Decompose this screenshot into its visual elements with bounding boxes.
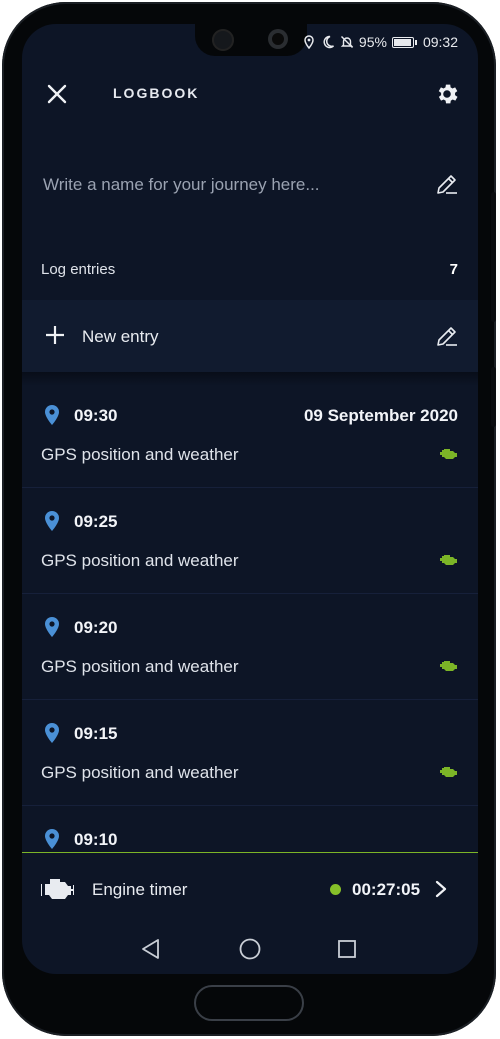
pencil-icon[interactable]: [434, 323, 460, 349]
engine-timer-bar[interactable]: Engine timer 00:27:05: [22, 852, 478, 925]
entry-time: 09:15: [74, 724, 118, 743]
power-button: [491, 367, 496, 427]
pencil-icon[interactable]: [434, 171, 460, 197]
app-header: LOGBOOK: [22, 69, 478, 119]
log-entries-list: 09:30 09 September 2020 GPS position and…: [22, 382, 478, 852]
location-icon: [304, 35, 314, 49]
entry-time: 09:20: [74, 618, 118, 637]
log-entry[interactable]: 09:25 GPS position and weather: [22, 488, 478, 594]
battery-icon: [391, 36, 417, 48]
entry-date: 09 September 2020: [303, 406, 458, 425]
chevron-right-icon: [435, 880, 447, 898]
entry-time: 09:25: [74, 512, 118, 531]
bell-off-icon: [340, 36, 354, 48]
entry-description: GPS position and weather: [41, 551, 239, 570]
map-pin-icon: [45, 405, 59, 425]
map-pin-icon: [45, 617, 59, 637]
log-entry[interactable]: 09:10: [22, 806, 478, 852]
map-pin-icon: [45, 829, 59, 849]
engine-icon: [41, 879, 74, 899]
plus-icon: [46, 326, 64, 344]
entry-description: GPS position and weather: [41, 763, 239, 782]
entry-time: 09:10: [74, 830, 118, 849]
engine-icon: [440, 555, 457, 565]
journey-name-input[interactable]: [41, 171, 405, 199]
screen: 95% 09:32 LOGBOOK Log en: [22, 24, 478, 974]
do-not-disturb-moon-icon: [323, 35, 334, 49]
phone-frame: 95% 09:32 LOGBOOK Log en: [2, 2, 496, 1036]
system-navigation-bar: [22, 924, 478, 974]
log-entries-count: 7: [449, 261, 458, 278]
back-icon[interactable]: [138, 936, 164, 962]
map-pin-icon: [45, 723, 59, 743]
engine-icon: [440, 661, 457, 671]
log-entries-header: Log entries 7: [22, 246, 478, 294]
map-pin-icon: [45, 511, 59, 531]
volume-button: [491, 192, 496, 322]
engine-timer-label: Engine timer: [92, 880, 188, 899]
status-indicator: [330, 884, 341, 895]
earpiece-speaker: [212, 29, 234, 51]
gear-icon[interactable]: [434, 81, 460, 107]
page-title: LOGBOOK: [113, 85, 200, 101]
front-camera: [268, 29, 288, 49]
status-bar: 95% 09:32: [302, 32, 458, 52]
entry-description: GPS position and weather: [41, 445, 239, 464]
entry-time: 09:30: [74, 406, 118, 425]
status-time: 09:32: [422, 34, 458, 50]
physical-home-button[interactable]: [194, 985, 304, 1021]
new-entry-label: New entry: [82, 327, 159, 346]
engine-timer-value: 00:27:05: [352, 880, 421, 899]
log-entry[interactable]: 09:30 09 September 2020 GPS position and…: [22, 382, 478, 488]
engine-icon: [440, 449, 457, 459]
log-entry[interactable]: 09:15 GPS position and weather: [22, 700, 478, 806]
log-entry[interactable]: 09:20 GPS position and weather: [22, 594, 478, 700]
engine-icon: [440, 767, 457, 777]
new-entry-button[interactable]: New entry: [22, 300, 478, 372]
close-icon[interactable]: [44, 81, 70, 107]
log-entries-label: Log entries: [41, 261, 116, 278]
home-icon[interactable]: [237, 936, 263, 962]
battery-percent: 95%: [358, 34, 387, 50]
recents-icon[interactable]: [334, 936, 360, 962]
journey-name-row: [22, 149, 478, 219]
entry-description: GPS position and weather: [41, 657, 239, 676]
